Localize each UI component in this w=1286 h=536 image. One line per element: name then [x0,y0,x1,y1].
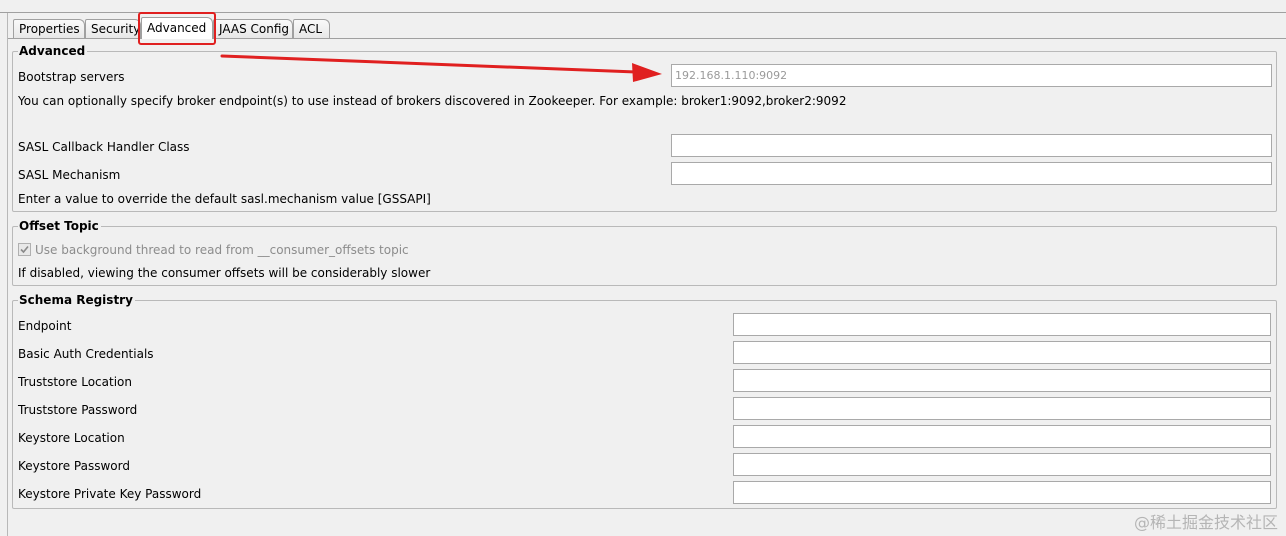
keystore-private-key-password-input[interactable] [733,481,1271,504]
sasl-mechanism-label: SASL Mechanism [18,168,121,182]
sasl-callback-label: SASL Callback Handler Class [18,140,190,154]
background-thread-label: Use background thread to read from __con… [35,243,409,257]
endpoint-input[interactable] [733,313,1271,336]
keystore-location-input[interactable] [733,425,1271,448]
watermark-text: @稀土掘金技术社区 [1133,513,1278,532]
keystore-private-key-password-label: Keystore Private Key Password [18,487,202,501]
bootstrap-servers-label: Bootstrap servers [18,70,125,84]
endpoint-label: Endpoint [18,319,72,333]
offset-topic-hint: If disabled, viewing the consumer offset… [18,266,431,280]
truststore-location-label: Truststore Location [18,375,132,389]
basic-auth-credentials-input[interactable] [733,341,1271,364]
offset-topic-group-title: Offset Topic [18,219,101,233]
bootstrap-servers-input[interactable] [671,64,1272,87]
background-thread-checkbox[interactable] [18,243,31,256]
bootstrap-servers-hint: You can optionally specify broker endpoi… [18,94,847,108]
truststore-location-input[interactable] [733,369,1271,392]
sasl-callback-input[interactable] [671,134,1272,157]
tab-jaas-config[interactable]: JAAS Config [213,19,293,39]
checkmark-icon [20,245,29,254]
tab-properties[interactable]: Properties [13,19,85,39]
tab-acl[interactable]: ACL [293,19,330,39]
tab-highlight-annotation [138,12,216,45]
basic-auth-credentials-label: Basic Auth Credentials [18,347,154,361]
keystore-password-label: Keystore Password [18,459,130,473]
truststore-password-label: Truststore Password [18,403,138,417]
sasl-mechanism-input[interactable] [671,162,1272,185]
sasl-mechanism-hint: Enter a value to override the default sa… [18,192,431,206]
truststore-password-input[interactable] [733,397,1271,420]
advanced-group-title: Advanced [18,44,88,58]
tab-security[interactable]: Security [85,19,141,39]
keystore-location-label: Keystore Location [18,431,125,445]
keystore-password-input[interactable] [733,453,1271,476]
schema-registry-group-title: Schema Registry [18,293,135,307]
